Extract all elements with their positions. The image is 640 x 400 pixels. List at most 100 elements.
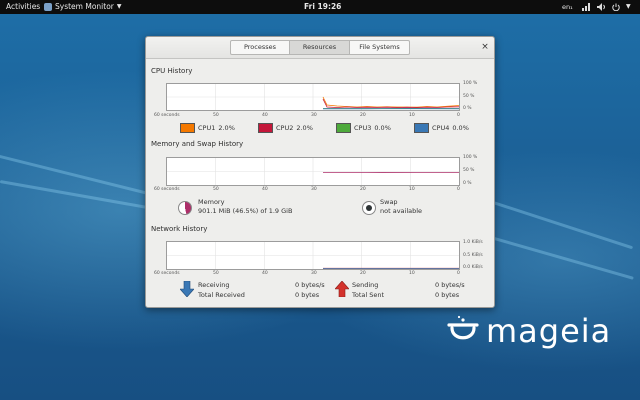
network-icon (582, 3, 590, 11)
cpu-graph-svg (167, 84, 459, 110)
volume-icon (597, 3, 605, 11)
mageia-cauldron-icon (447, 315, 479, 340)
x-tick: 30 (311, 187, 317, 192)
x-tick: 40 (262, 271, 268, 276)
power-icon (612, 3, 620, 11)
total-sent-value: 0 bytes (435, 291, 460, 299)
view-switcher: Processes Resources File Systems (230, 40, 410, 55)
x-tick: 10 (409, 187, 415, 192)
swap-value: not available (380, 207, 423, 215)
mageia-logo: mageia (446, 312, 616, 350)
tab-resources[interactable]: Resources (290, 40, 350, 55)
x-tick: 20 (360, 271, 366, 276)
cpu4-label: CPU4 (432, 124, 450, 132)
x-tick: 60 seconds (154, 271, 180, 276)
sending-value: 0 bytes/s (435, 281, 465, 289)
y-tick: 1.0 KiB/s (463, 240, 483, 245)
cpu1-line (322, 96, 459, 108)
y-tick: 0 % (463, 181, 472, 186)
swap-color-button[interactable] (362, 201, 376, 215)
memory-history-title: Memory and Swap History (151, 140, 244, 148)
sending-label: Sending (352, 281, 379, 289)
receiving-value: 0 bytes/s (295, 281, 325, 289)
cpu2-legend-item: CPU2 2.0% (258, 123, 313, 133)
receiving-label: Receiving (198, 281, 230, 289)
header-bar: Processes Resources File Systems × (146, 37, 494, 59)
cpu3-color-button[interactable] (336, 123, 351, 133)
memory-info: Memory 901.1 MiB (46.5%) of 1.9 GiB (198, 198, 292, 216)
x-tick: 40 (262, 113, 268, 118)
x-tick: 50 (213, 271, 219, 276)
x-tick: 0 (457, 187, 460, 192)
memory-value: 901.1 MiB (46.5%) of 1.9 GiB (198, 207, 293, 215)
memory-label: Memory (198, 198, 225, 206)
system-monitor-icon (44, 3, 52, 11)
swap-label: Swap (380, 198, 398, 206)
y-tick: 50 % (463, 94, 475, 99)
x-tick: 50 (213, 187, 219, 192)
cpu3-label: CPU3 (354, 124, 372, 132)
activities-button[interactable]: Activities (6, 0, 40, 14)
total-received-label: Total Received (198, 291, 245, 299)
system-menu-button[interactable]: ▼ (582, 0, 631, 14)
total-received-value: 0 bytes (295, 291, 320, 299)
top-bar: Activities System Monitor ▼ Fri 19:26 en… (0, 0, 640, 14)
memory-graph (166, 157, 460, 186)
cpu4-value: 0.0% (452, 124, 469, 132)
cpu3-value: 0.0% (374, 124, 391, 132)
receiving-labels: Receiving Total Received (198, 280, 245, 300)
network-history-title: Network History (151, 225, 208, 233)
swap-info: Swap not available (380, 198, 422, 216)
mageia-logo-text: mageia (486, 312, 612, 350)
cpu1-legend-item: CPU1 2.0% (180, 123, 235, 133)
total-sent-label: Total Sent (352, 291, 385, 299)
x-tick: 20 (360, 187, 366, 192)
cpu1-label: CPU1 (198, 124, 216, 132)
x-tick: 30 (311, 271, 317, 276)
y-tick: 100 % (463, 155, 478, 160)
sending-values: 0 bytes/s 0 bytes (435, 280, 465, 300)
caret-down-icon: ▼ (116, 3, 122, 10)
receiving-color-button[interactable] (180, 281, 194, 297)
sending-labels: Sending Total Sent (352, 280, 384, 300)
cpu1-value: 2.0% (218, 124, 235, 132)
cpu2-value: 2.0% (296, 124, 313, 132)
y-tick: 50 % (463, 168, 475, 173)
x-tick: 40 (262, 187, 268, 192)
x-tick: 20 (360, 113, 366, 118)
cpu3-legend-item: CPU3 0.0% (336, 123, 391, 133)
cpu-graph (166, 83, 460, 111)
y-tick: 100 % (463, 81, 478, 86)
x-tick: 10 (409, 271, 415, 276)
x-tick: 0 (457, 113, 460, 118)
memory-color-button[interactable] (178, 201, 192, 215)
x-tick: 60 seconds (154, 187, 180, 192)
swap-dot-icon (366, 205, 372, 211)
app-menu-button[interactable]: System Monitor ▼ (44, 0, 122, 14)
cpu4-color-button[interactable] (414, 123, 429, 133)
x-tick: 10 (409, 113, 415, 118)
network-graph-svg (167, 242, 459, 269)
cpu2-label: CPU2 (276, 124, 294, 132)
language-indicator[interactable]: en₁ (562, 0, 573, 14)
close-button[interactable]: × (480, 42, 490, 52)
x-tick: 60 seconds (154, 113, 180, 118)
cpu1-color-button[interactable] (180, 123, 195, 133)
receiving-values: 0 bytes/s 0 bytes (295, 280, 325, 300)
clock-button[interactable]: Fri 19:26 (304, 0, 341, 14)
x-tick: 0 (457, 271, 460, 276)
x-tick: 30 (311, 113, 317, 118)
y-tick: 0.5 KiB/s (463, 253, 483, 258)
sending-color-button[interactable] (335, 281, 349, 297)
system-monitor-window: Processes Resources File Systems × CPU H… (145, 36, 495, 308)
memory-graph-svg (167, 158, 459, 185)
cpu4-legend-item: CPU4 0.0% (414, 123, 469, 133)
cpu2-color-button[interactable] (258, 123, 273, 133)
y-tick: 0 % (463, 106, 472, 111)
tab-file-systems[interactable]: File Systems (350, 40, 410, 55)
caret-down-icon: ▼ (626, 3, 631, 10)
x-tick: 50 (213, 113, 219, 118)
tab-processes[interactable]: Processes (230, 40, 290, 55)
y-tick: 0.0 KiB/s (463, 265, 483, 270)
network-graph (166, 241, 460, 270)
